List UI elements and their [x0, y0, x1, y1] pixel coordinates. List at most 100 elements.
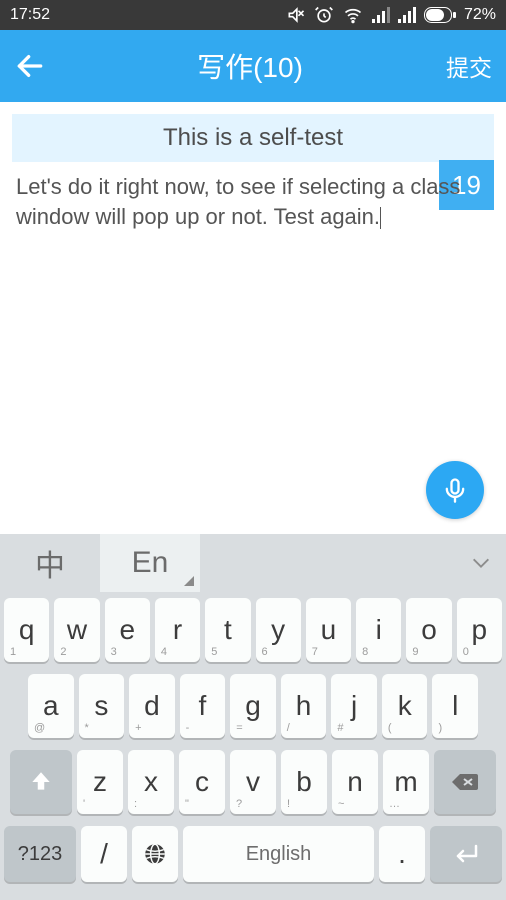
key-label: o — [421, 614, 437, 646]
key-sublabel: 4 — [161, 646, 167, 658]
key-u[interactable]: u7 — [306, 598, 351, 662]
shift-icon — [28, 769, 54, 795]
backspace-key[interactable] — [434, 750, 496, 814]
key-label: m — [394, 766, 417, 798]
key-sublabel: 0 — [463, 646, 469, 658]
key-label: c — [195, 766, 209, 798]
key-x[interactable]: x: — [128, 750, 174, 814]
key-sublabel: ~ — [338, 798, 344, 810]
key-t[interactable]: t5 — [205, 598, 250, 662]
key-h[interactable]: h/ — [281, 674, 327, 738]
keyboard-rows: q1w2e3r4t5y6u7i8o9p0 a@s*d+f-g=h/j#k(l) … — [0, 592, 506, 900]
keyboard-row-1: q1w2e3r4t5y6u7i8o9p0 — [4, 598, 502, 662]
status-bar: 17:52 72% — [0, 0, 506, 30]
microphone-icon — [441, 476, 469, 504]
key-k[interactable]: k( — [382, 674, 428, 738]
shift-key[interactable] — [10, 750, 72, 814]
keyboard: 中 En q1w2e3r4t5y6u7i8o9p0 a@s*d+f-g=h/j#… — [0, 534, 506, 900]
key-i[interactable]: i8 — [356, 598, 401, 662]
slash-label: / — [100, 838, 108, 870]
key-sublabel: ! — [287, 798, 290, 810]
key-a[interactable]: a@ — [28, 674, 74, 738]
key-e[interactable]: e3 — [105, 598, 150, 662]
key-l[interactable]: l) — [432, 674, 478, 738]
key-label: u — [321, 614, 337, 646]
key-label: k — [398, 690, 412, 722]
key-sublabel: ( — [388, 722, 392, 734]
keyboard-top-bar: 中 En — [0, 534, 506, 592]
lang-tab-en[interactable]: En — [100, 534, 200, 592]
key-label: q — [19, 614, 35, 646]
corner-icon — [184, 576, 194, 586]
key-label: d — [144, 690, 160, 722]
key-label: y — [271, 614, 285, 646]
key-label: x — [144, 766, 158, 798]
key-z[interactable]: z' — [77, 750, 123, 814]
app-header: 写作(10) 提交 — [0, 30, 506, 102]
content-area: This is a self-test 19 Let's do it right… — [0, 102, 506, 535]
space-label: English — [246, 843, 312, 866]
key-sublabel: / — [287, 722, 290, 734]
slash-key[interactable]: / — [81, 826, 127, 882]
symbols-label: ?123 — [18, 843, 63, 866]
key-s[interactable]: s* — [79, 674, 125, 738]
period-key[interactable]: . — [379, 826, 425, 882]
globe-icon — [142, 841, 168, 867]
key-b[interactable]: b! — [281, 750, 327, 814]
key-q[interactable]: q1 — [4, 598, 49, 662]
back-button[interactable] — [14, 50, 54, 82]
editor-content: Let's do it right now, to see if selecti… — [16, 174, 460, 229]
wifi-icon — [342, 5, 364, 25]
key-label: r — [173, 614, 182, 646]
key-v[interactable]: v? — [230, 750, 276, 814]
alarm-icon — [314, 5, 334, 25]
key-n[interactable]: n~ — [332, 750, 378, 814]
header-title: 写作(10) — [54, 46, 446, 86]
text-cursor — [380, 207, 381, 229]
key-sublabel: 1 — [10, 646, 16, 658]
key-label: w — [67, 614, 87, 646]
lang-tab-cn[interactable]: 中 — [0, 534, 100, 592]
keyboard-row-2: a@s*d+f-g=h/j#k(l) — [4, 674, 502, 738]
key-d[interactable]: d+ — [129, 674, 175, 738]
spacebar-key[interactable]: English — [183, 826, 374, 882]
key-label: g — [245, 690, 261, 722]
mic-button[interactable] — [426, 461, 484, 519]
key-sublabel: " — [185, 798, 189, 810]
keyboard-collapse[interactable] — [456, 552, 506, 574]
symbols-key[interactable]: ?123 — [4, 826, 76, 882]
key-sublabel: - — [186, 722, 190, 734]
key-c[interactable]: c" — [179, 750, 225, 814]
key-label: f — [199, 690, 207, 722]
key-label: h — [296, 690, 312, 722]
key-sublabel: 3 — [111, 646, 117, 658]
key-sublabel: * — [85, 722, 89, 734]
status-time: 17:52 — [10, 6, 286, 24]
banner: This is a self-test — [12, 114, 494, 162]
key-f[interactable]: f- — [180, 674, 226, 738]
key-w[interactable]: w2 — [54, 598, 99, 662]
backspace-icon — [450, 770, 480, 794]
status-indicators: 72% — [286, 5, 496, 25]
key-label: p — [472, 614, 488, 646]
key-sublabel: 6 — [262, 646, 268, 658]
key-g[interactable]: g= — [230, 674, 276, 738]
key-j[interactable]: j# — [331, 674, 377, 738]
key-o[interactable]: o9 — [406, 598, 451, 662]
key-sublabel: # — [337, 722, 343, 734]
editor-text[interactable]: Let's do it right now, to see if selecti… — [12, 162, 494, 241]
battery-pct: 72% — [464, 6, 496, 24]
globe-key[interactable] — [132, 826, 178, 882]
submit-button[interactable]: 提交 — [446, 49, 492, 83]
key-sublabel: = — [236, 722, 242, 734]
arrow-left-icon — [14, 50, 46, 82]
lang-cn-label: 中 — [35, 541, 65, 585]
key-m[interactable]: m… — [383, 750, 429, 814]
key-p[interactable]: p0 — [457, 598, 502, 662]
key-y[interactable]: y6 — [256, 598, 301, 662]
key-sublabel: 8 — [362, 646, 368, 658]
lang-en-label: En — [132, 546, 169, 580]
key-r[interactable]: r4 — [155, 598, 200, 662]
enter-key[interactable] — [430, 826, 502, 882]
key-sublabel: ) — [438, 722, 442, 734]
